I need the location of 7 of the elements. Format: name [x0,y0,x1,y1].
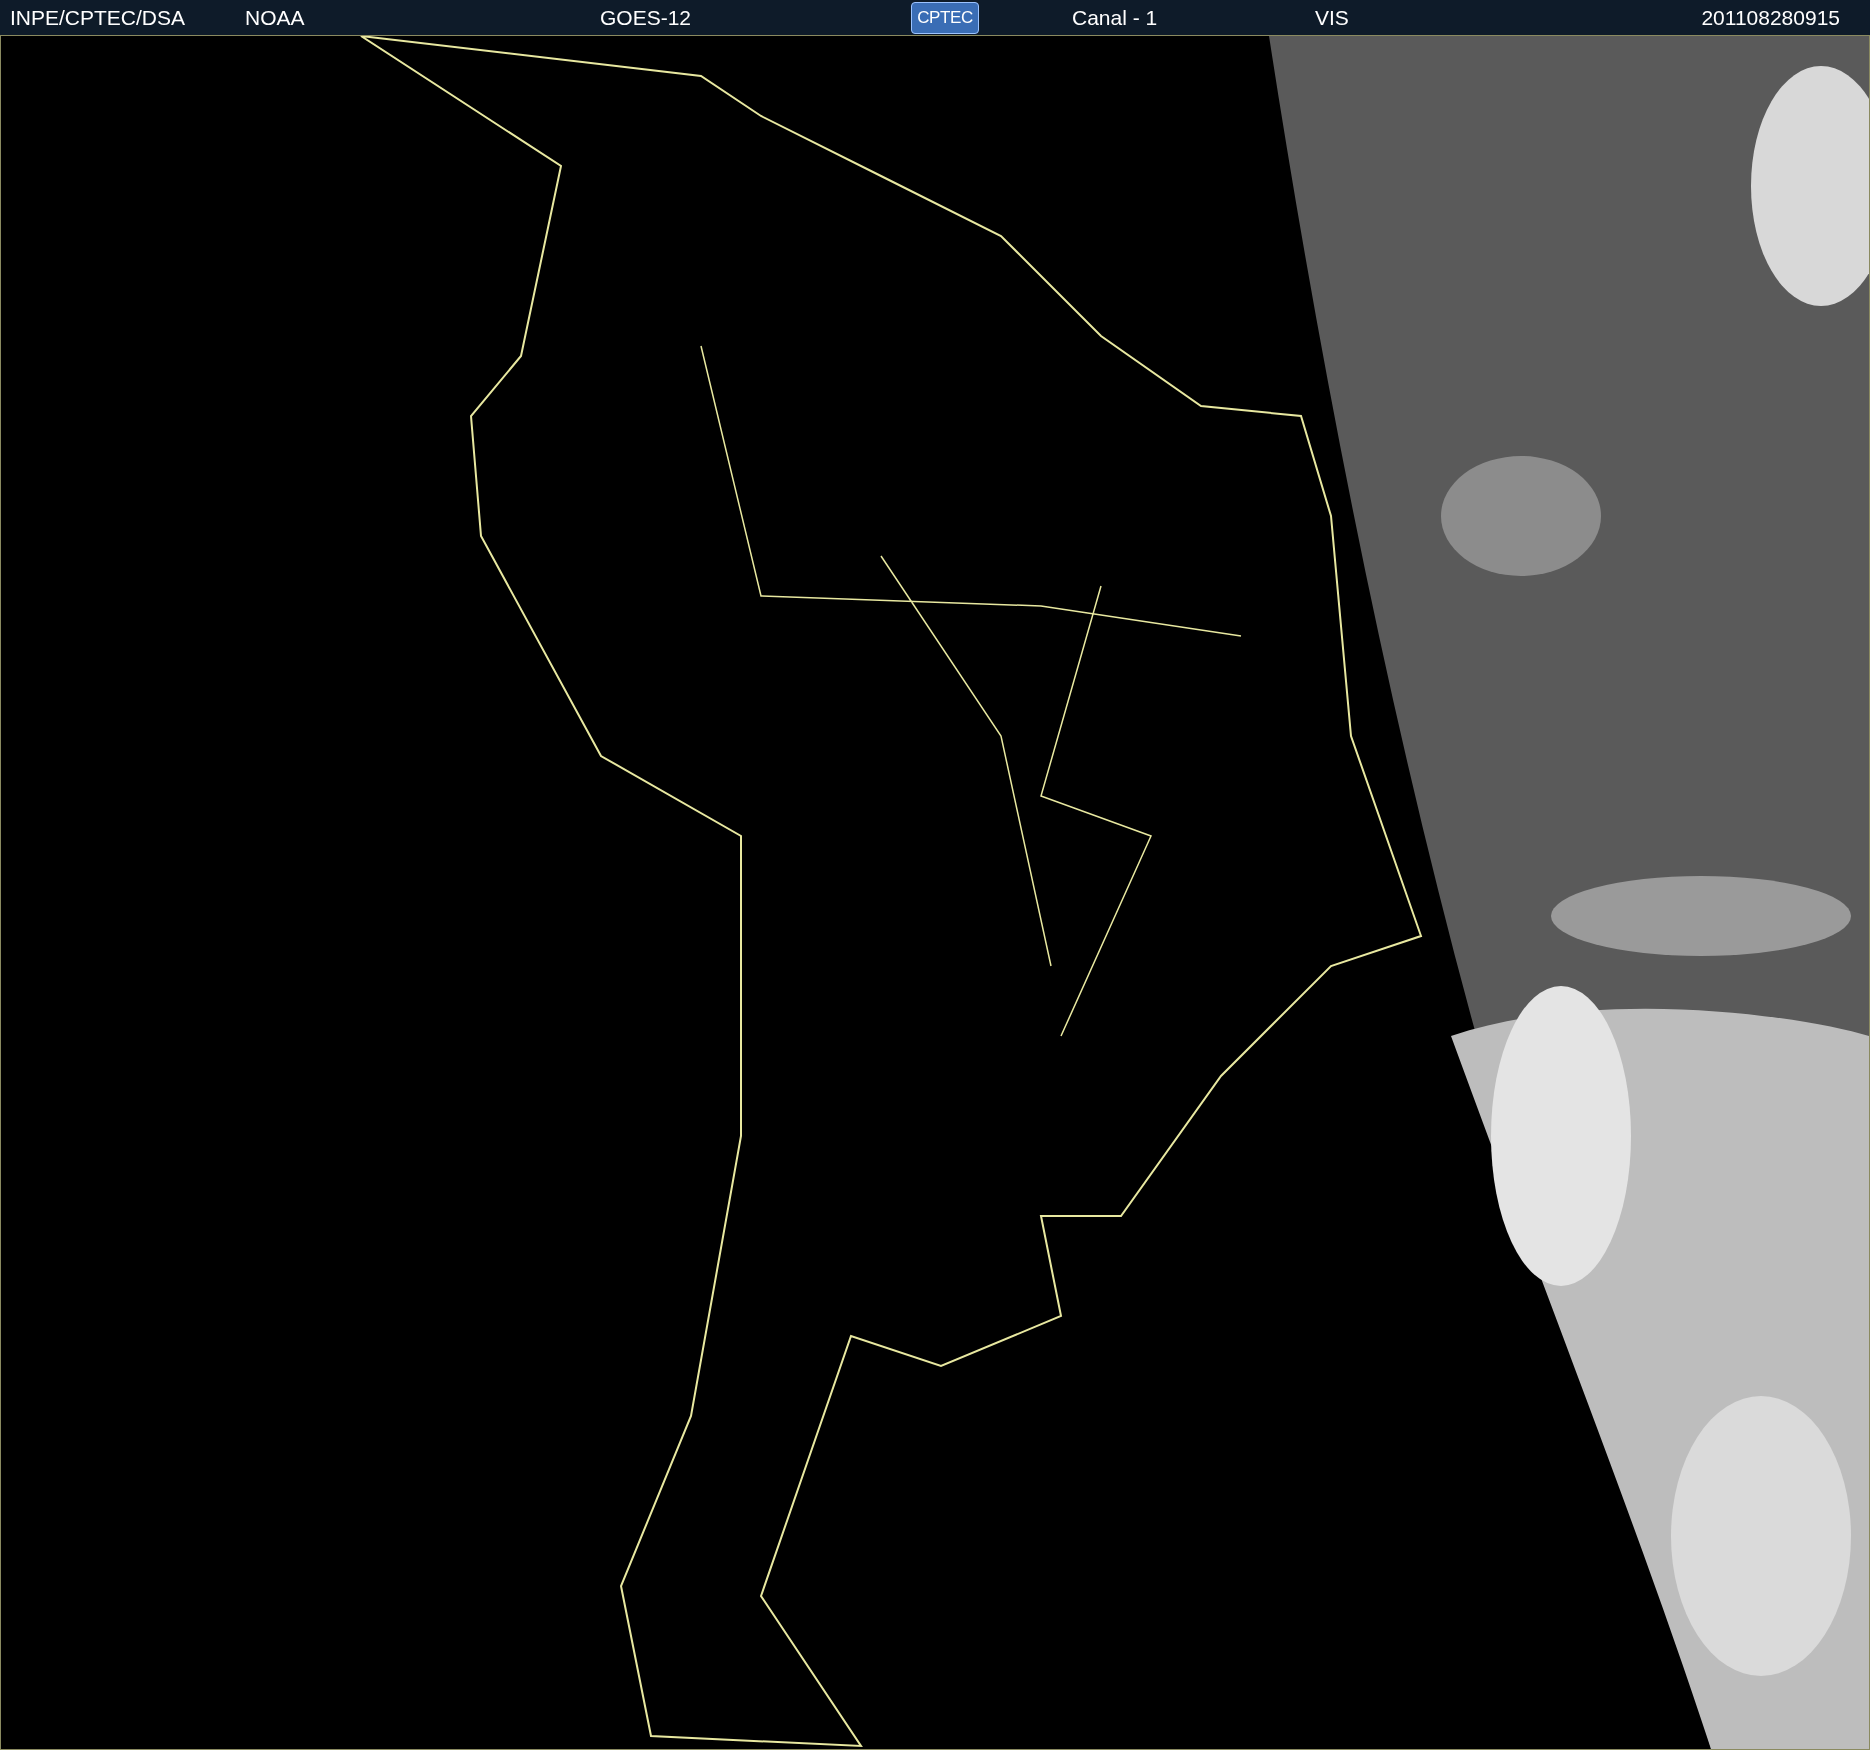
header-label: 201108280915 [1701,4,1840,31]
header-label: VIS [1315,4,1350,31]
header-label: INPE/CPTEC/DSA [10,4,187,31]
header-label: Canal - 1 [1072,4,1159,31]
header-label: GOES-12 [600,4,693,31]
header-label: NOAA [245,4,306,31]
logo: CPTEC [911,1,979,34]
